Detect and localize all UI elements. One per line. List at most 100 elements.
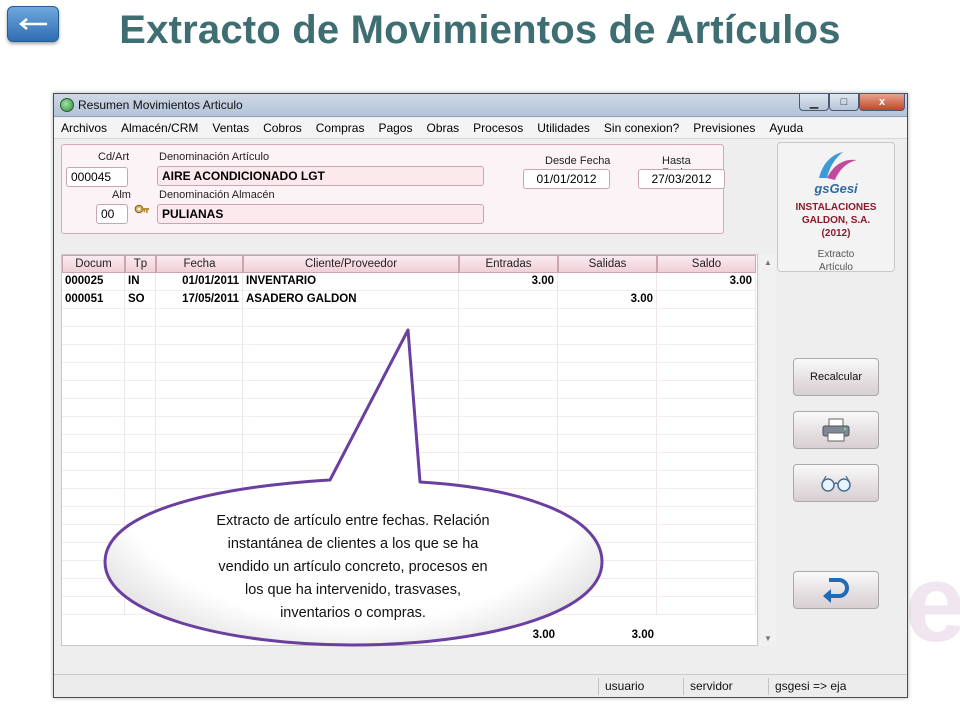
caption-line-2: Artículo: [819, 262, 853, 273]
status-server: servidor: [683, 678, 768, 695]
gsgesi-logo-icon: [819, 152, 857, 180]
cell-cliente: ASADERO GALDON: [243, 291, 459, 309]
denominacion-almacen-label: Denominación Almacén: [159, 189, 275, 201]
desde-fecha-label: Desde Fecha: [545, 155, 611, 167]
menu-previsiones[interactable]: Previsiones: [686, 121, 762, 135]
recalcular-button[interactable]: Recalcular: [793, 358, 879, 396]
key-lookup-icon[interactable]: [134, 204, 150, 218]
close-button[interactable]: x: [859, 93, 905, 111]
watermark-decoration: e: [904, 542, 960, 665]
total-salidas: 3.00: [631, 629, 654, 641]
empty-row: [62, 417, 757, 435]
callout-line-3: vendido un artículo concreto, procesos e…: [218, 559, 488, 575]
table-scrollbar[interactable]: ▲ ▼: [760, 254, 776, 646]
cell-tp: SO: [125, 291, 156, 309]
callout-line-4: los que ha intervenido, trasvases,: [244, 582, 461, 598]
empty-row: [62, 399, 757, 417]
desde-fecha-field[interactable]: 01/01/2012: [523, 169, 610, 189]
glasses-icon: [821, 475, 851, 492]
hasta-fecha-field[interactable]: 27/03/2012: [638, 169, 725, 189]
menu-almacen-crm[interactable]: Almacén/CRM: [114, 121, 205, 135]
callout-line-5: inventarios o compras.: [280, 605, 426, 621]
cell-docum: 000025: [62, 273, 125, 291]
cell-tp: IN: [125, 273, 156, 291]
menu-ayuda[interactable]: Ayuda: [762, 121, 810, 135]
denominacion-articulo-field: AIRE ACONDICIONADO LGT: [157, 166, 484, 186]
table-header: Docum Tp Fecha Cliente/Proveedor Entrada…: [62, 255, 757, 273]
col-fecha[interactable]: Fecha: [156, 255, 243, 273]
company-line-3: (2012): [821, 228, 851, 239]
total-entradas: 3.00: [532, 629, 555, 641]
cell-cliente: INVENTARIO: [243, 273, 459, 291]
print-button[interactable]: [793, 411, 879, 449]
menu-cobros[interactable]: Cobros: [256, 121, 309, 135]
cell-fecha: 01/01/2011: [156, 273, 243, 291]
menu-sin-conexion[interactable]: Sin conexion?: [597, 121, 686, 135]
empty-row: [62, 471, 757, 489]
table-row[interactable]: 000051 SO 17/05/2011 ASADERO GALDON 3.00: [62, 291, 757, 309]
slide-title: Extracto de Movimientos de Artículos: [119, 8, 841, 52]
empty-row: [62, 381, 757, 399]
cell-saldo: [657, 291, 756, 309]
view-button[interactable]: [793, 464, 879, 502]
empty-row: [62, 489, 757, 507]
empty-row: [62, 453, 757, 471]
menu-ventas[interactable]: Ventas: [205, 121, 256, 135]
cell-entradas: 3.00: [459, 273, 558, 291]
return-button[interactable]: [793, 571, 879, 609]
company-line-2: GALDON, S.A.: [801, 215, 871, 226]
return-arrow-icon: [823, 578, 849, 603]
cell-saldo: 3.00: [657, 273, 756, 291]
callout-line-2: instantánea de clientes a los que se ha: [227, 536, 479, 552]
scroll-up-icon[interactable]: ▲: [760, 254, 776, 270]
caption-line-1: Extracto: [817, 249, 855, 260]
status-database: gsgesi => eja: [768, 678, 905, 695]
empty-row: [62, 345, 757, 363]
minimize-button[interactable]: ▁: [799, 93, 829, 111]
menu-bar: Archivos Almacén/CRM Ventas Cobros Compr…: [54, 118, 907, 139]
window-titlebar[interactable]: Resumen Movimientos Articulo ▁ □ x: [54, 93, 907, 117]
col-tp[interactable]: Tp: [125, 255, 156, 273]
status-user: usuario: [598, 678, 683, 695]
col-salidas[interactable]: Salidas: [558, 255, 657, 273]
status-bar: usuario servidor gsgesi => eja: [54, 674, 907, 697]
cell-salidas: [558, 273, 657, 291]
menu-compras[interactable]: Compras: [309, 121, 372, 135]
col-docum[interactable]: Docum: [62, 255, 125, 273]
logo-panel: gsGesi INSTALACIONES GALDON, S.A. (2012)…: [777, 142, 895, 274]
cell-entradas: [459, 291, 558, 309]
maximize-button[interactable]: □: [829, 93, 859, 111]
printer-icon: [822, 418, 850, 442]
menu-procesos[interactable]: Procesos: [466, 121, 530, 135]
empty-row: [62, 327, 757, 345]
col-cliente-proveedor[interactable]: Cliente/Proveedor: [243, 255, 459, 273]
callout-text: Extracto de artículo entre fechas. Relac…: [183, 510, 523, 625]
callout-line-1: Extracto de artículo entre fechas. Relac…: [216, 513, 490, 529]
cell-docum: 000051: [62, 291, 125, 309]
logo-company: INSTALACIONES GALDON, S.A. (2012): [782, 201, 890, 240]
denominacion-almacen-field: PULIANAS: [157, 204, 484, 224]
menu-obras[interactable]: Obras: [419, 121, 466, 135]
article-filter-panel: Cd/Art 000045 Denominación Artículo AIRE…: [61, 144, 725, 234]
totals-row: 3.00 3.00: [62, 627, 757, 645]
logo-caption: Extracto Artículo: [778, 248, 894, 274]
company-line-1: INSTALACIONES: [795, 202, 877, 213]
menu-utilidades[interactable]: Utilidades: [530, 121, 597, 135]
cd-art-field[interactable]: 000045: [66, 167, 128, 187]
table-row[interactable]: 000025 IN 01/01/2011 INVENTARIO 3.00 3.0…: [62, 273, 757, 291]
col-entradas[interactable]: Entradas: [459, 255, 558, 273]
cd-art-label: Cd/Art: [98, 151, 130, 163]
app-icon: [60, 98, 74, 112]
empty-row: [62, 363, 757, 381]
window-title: Resumen Movimientos Articulo: [78, 98, 243, 112]
empty-row: [62, 309, 757, 327]
cell-salidas: 3.00: [558, 291, 657, 309]
alm-field[interactable]: 00: [96, 204, 128, 224]
cell-fecha: 17/05/2011: [156, 291, 243, 309]
empty-row: [62, 435, 757, 453]
menu-pagos[interactable]: Pagos: [371, 121, 419, 135]
menu-archivos[interactable]: Archivos: [54, 121, 114, 135]
col-saldo[interactable]: Saldo: [657, 255, 756, 273]
denominacion-articulo-label: Denominación Artículo: [159, 151, 270, 163]
scroll-down-icon[interactable]: ▼: [760, 630, 776, 646]
